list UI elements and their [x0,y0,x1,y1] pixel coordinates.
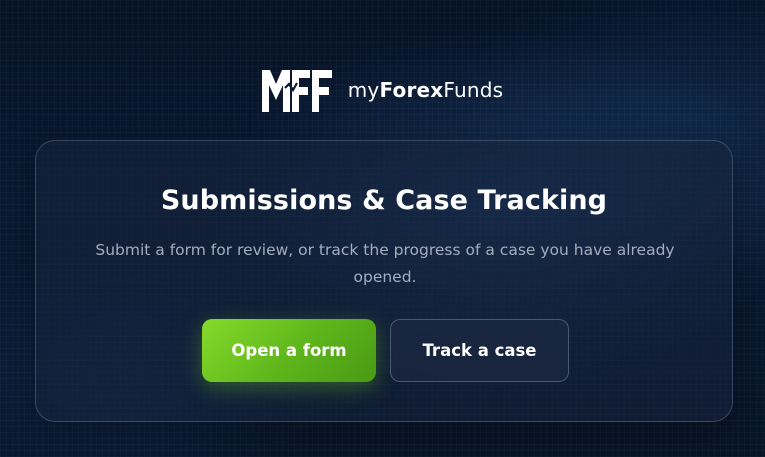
brand-logo: myForexFunds [0,66,765,114]
track-case-button[interactable]: Track a case [390,319,569,382]
brand-name-prefix: my [347,78,380,102]
card-description: Submit a form for review, or track the p… [95,241,675,286]
open-form-button[interactable]: Open a form [202,319,376,382]
brand-name-suffix: Funds [443,78,504,102]
brand-name: myForexFunds [348,78,504,102]
submissions-card: Submissions & Case Tracking Submit a for… [35,140,733,422]
brand-name-bold: Forex [379,78,444,102]
mff-logo-icon [261,70,332,112]
card-title: Submissions & Case Tracking [160,185,608,216]
